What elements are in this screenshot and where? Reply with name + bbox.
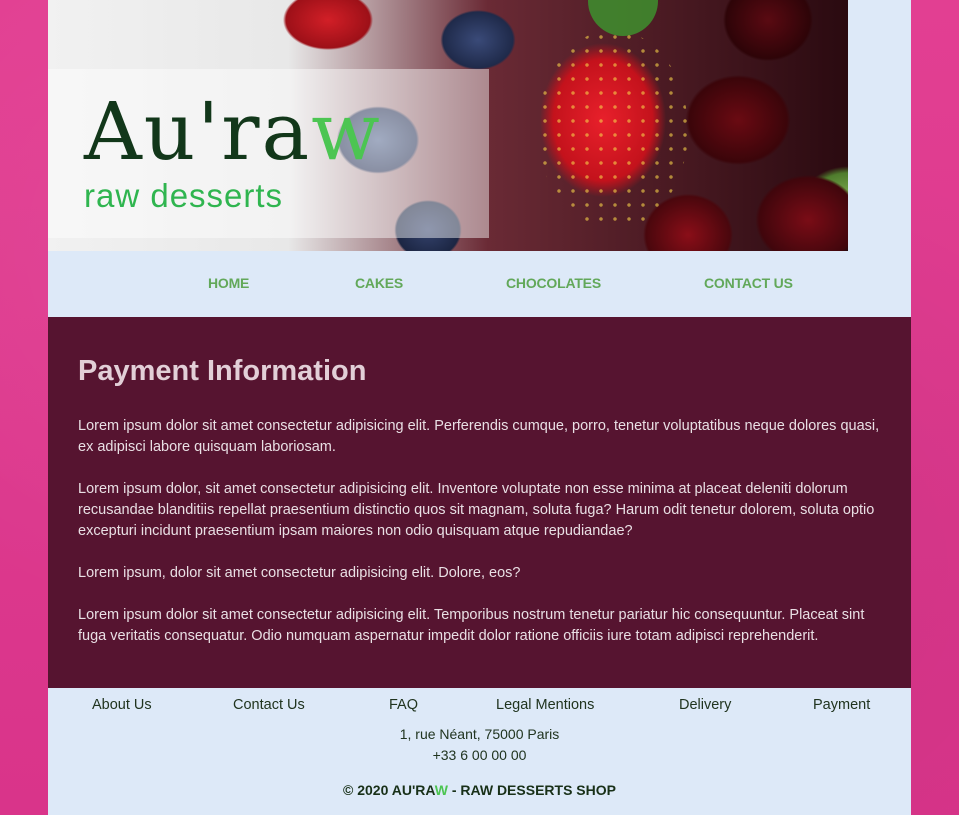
logo-tagline: raw desserts — [84, 177, 284, 214]
nav-chocolates[interactable]: CHOCOLATES — [506, 275, 601, 291]
logo-main-text: Au'ra — [84, 85, 312, 178]
site-logo[interactable]: Au'raw — [84, 88, 382, 176]
footer-address: 1, rue Néant, 75000 Paris — [399, 726, 560, 742]
hero-banner-image: Au'raw raw desserts — [48, 0, 848, 251]
paragraph-1: Lorem ipsum dolor sit amet consectetur a… — [78, 418, 880, 455]
logo-accent-text: w — [311, 85, 382, 178]
nav-home[interactable]: HOME — [208, 275, 249, 291]
site-footer: About Us Contact Us FAQ Legal Mentions D… — [48, 688, 911, 815]
copyright-accent: W — [434, 782, 448, 798]
footer-link-faq[interactable]: FAQ — [389, 697, 418, 713]
footer-link-about-us[interactable]: About Us — [92, 697, 152, 713]
footer-link-payment[interactable]: Payment — [813, 697, 870, 713]
footer-link-delivery[interactable]: Delivery — [679, 697, 731, 713]
nav-contact-us[interactable]: CONTACT US — [704, 275, 793, 291]
main-nav: HOME CAKES CHOCOLATES CONTACT US — [48, 251, 911, 317]
paragraph-2: Lorem ipsum dolor, sit amet consectetur … — [78, 481, 875, 539]
footer-link-contact-us[interactable]: Contact Us — [233, 697, 305, 713]
nav-cakes[interactable]: CAKES — [355, 275, 403, 291]
paragraph-4: Lorem ipsum dolor sit amet consectetur a… — [78, 607, 865, 644]
footer-copyright: © 2020 AU'RAW - RAW DESSERTS SHOP — [48, 782, 911, 798]
paragraph-3: Lorem ipsum, dolor sit amet consectetur … — [78, 565, 521, 581]
footer-phone: +33 6 00 00 00 — [432, 747, 527, 763]
page-title: Payment Information — [78, 355, 367, 387]
footer-link-legal-mentions[interactable]: Legal Mentions — [496, 697, 594, 713]
payment-info-section: Payment Information Lorem ipsum dolor si… — [48, 317, 911, 688]
copyright-prefix: © 2020 AU'RA — [343, 782, 435, 798]
strawberry-seeds-decoration — [538, 30, 688, 230]
copyright-suffix: - RAW DESSERTS SHOP — [447, 782, 616, 798]
page-container: Au'raw raw desserts HOME CAKES CHOCOLATE… — [48, 0, 911, 815]
